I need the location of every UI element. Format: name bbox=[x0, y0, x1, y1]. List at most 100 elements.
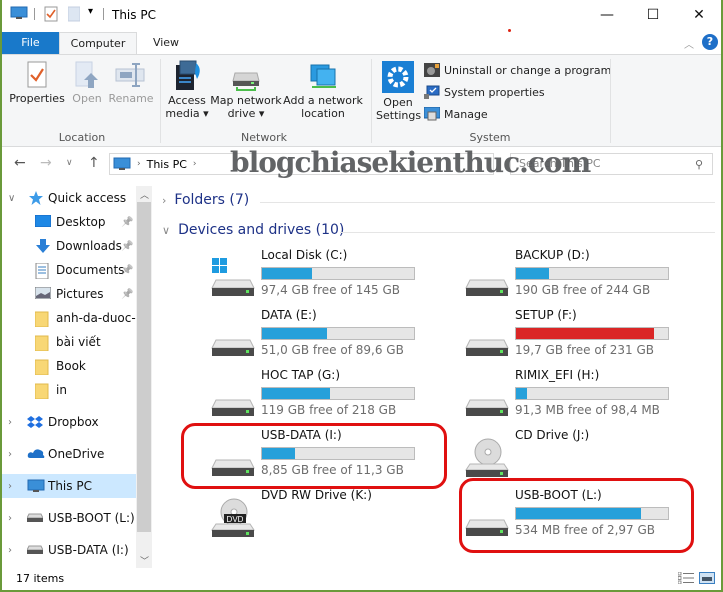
back-button[interactable]: ← bbox=[14, 155, 26, 171]
nav-item-downloads[interactable]: Downloads 📌 bbox=[2, 234, 136, 258]
scroll-up-icon[interactable]: ︿ bbox=[140, 188, 149, 201]
divider bbox=[34, 8, 35, 20]
minimize-button[interactable]: — bbox=[584, 0, 630, 30]
map-network-drive-button[interactable]: Map network drive ▾ bbox=[210, 59, 282, 120]
chevron-right-icon[interactable]: › bbox=[8, 481, 12, 492]
details-view-button[interactable] bbox=[677, 571, 694, 587]
breadcrumb-this-pc[interactable]: This PC bbox=[147, 158, 187, 171]
open-button[interactable]: Open bbox=[69, 61, 105, 105]
nav-item-b-i-vi-t[interactable]: bài viết bbox=[2, 330, 136, 354]
tab-file[interactable]: File bbox=[2, 32, 59, 54]
properties-button[interactable]: Properties bbox=[9, 61, 65, 105]
drive-item[interactable]: RIMIX_EFI (H:) 91,3 MB free of 98,4 MB bbox=[464, 368, 704, 424]
chevron-right-icon[interactable]: › bbox=[8, 449, 12, 460]
open-icon bbox=[75, 61, 98, 88]
up-button[interactable]: ↑ bbox=[88, 155, 100, 171]
access-media-button[interactable]: Access media ▾ bbox=[165, 59, 209, 120]
highlight-usb-boot bbox=[459, 478, 694, 553]
nav-pane-scrollbar[interactable]: ︿ ﹀ bbox=[136, 186, 152, 568]
chevron-right-icon[interactable]: › bbox=[8, 545, 12, 556]
nav-item-usb-data-i[interactable]: › USB-DATA (I:) bbox=[2, 538, 136, 562]
nav-item-in[interactable]: in bbox=[2, 378, 136, 402]
nav-item-documents[interactable]: Documents 📌 bbox=[2, 258, 136, 282]
uninstall-program-button[interactable]: Uninstall or change a program bbox=[424, 63, 611, 77]
drive-item[interactable]: HOC TAP (G:) 119 GB free of 218 GB bbox=[210, 368, 450, 424]
drive-usage-bar bbox=[515, 387, 669, 400]
nav-item-anh-da-duoc-g[interactable]: anh-da-duoc-g bbox=[2, 306, 143, 330]
rename-button[interactable]: Rename bbox=[108, 61, 154, 105]
pin-icon[interactable]: 📌 bbox=[121, 289, 133, 300]
documents-icon bbox=[35, 262, 51, 280]
group-header-devices[interactable]: ∨ Devices and drives (10) bbox=[162, 222, 344, 238]
group-label-location: Location bbox=[58, 131, 106, 144]
nav-item-pictures[interactable]: Pictures 📌 bbox=[2, 282, 136, 306]
drive-item[interactable]: CD Drive (J:) bbox=[464, 428, 704, 484]
add-network-location-button[interactable]: Add a network location bbox=[283, 59, 363, 120]
group-header-folders[interactable]: › Folders (7) bbox=[162, 192, 249, 208]
nav-item-label: in bbox=[56, 383, 67, 397]
scroll-down-icon[interactable]: ﹀ bbox=[140, 554, 149, 567]
settings-gear-icon bbox=[382, 61, 414, 93]
folder-icon bbox=[34, 359, 51, 376]
nav-item-onedrive[interactable]: › OneDrive bbox=[2, 442, 136, 466]
recent-locations-button[interactable]: ∨ bbox=[66, 158, 73, 168]
chevron-right-icon[interactable]: › bbox=[8, 513, 12, 524]
nav-item-book[interactable]: Book bbox=[2, 354, 136, 378]
large-icons-view-button[interactable] bbox=[699, 572, 715, 587]
nav-item-quick-access[interactable]: ∨ Quick access bbox=[2, 186, 136, 210]
drive-item[interactable]: SETUP (F:) 19,7 GB free of 231 GB bbox=[464, 308, 704, 364]
folder-icon bbox=[34, 311, 51, 328]
nav-item-usb-boot-l[interactable]: › USB-BOOT (L:) bbox=[2, 506, 136, 530]
drive-item[interactable]: Local Disk (C:) 97,4 GB free of 145 GB bbox=[210, 248, 450, 304]
chevron-down-icon[interactable]: ∨ bbox=[8, 193, 15, 204]
drive-usage-fill bbox=[516, 268, 550, 279]
nav-item-label: Desktop bbox=[56, 215, 106, 229]
group-label-network: Network bbox=[241, 131, 287, 144]
customize-quick-access-icon[interactable]: ▾ bbox=[88, 6, 93, 17]
properties-icon bbox=[27, 61, 47, 88]
close-button[interactable]: ✕ bbox=[676, 0, 722, 30]
new-folder-quick-icon[interactable] bbox=[68, 6, 80, 22]
network-drive-icon bbox=[232, 72, 260, 91]
nav-item-label: bài viết bbox=[56, 335, 101, 349]
map-network-drive-label-1: Map network bbox=[210, 94, 282, 107]
manage-button[interactable]: Manage bbox=[424, 107, 488, 121]
drive-item[interactable]: BACKUP (D:) 190 GB free of 244 GB bbox=[464, 248, 704, 304]
collapse-ribbon-icon[interactable]: ︿ bbox=[684, 36, 694, 51]
breadcrumb-separator-icon[interactable]: › bbox=[193, 159, 197, 169]
drive-item[interactable]: DATA (E:) 51,0 GB free of 89,6 GB bbox=[210, 308, 450, 364]
nav-item-this-pc[interactable]: › This PC bbox=[2, 474, 136, 498]
nav-item-desktop[interactable]: Desktop 📌 bbox=[2, 210, 136, 234]
properties-quick-icon[interactable] bbox=[44, 6, 58, 22]
maximize-button[interactable]: ☐ bbox=[630, 0, 676, 30]
breadcrumb-separator-icon: › bbox=[137, 159, 141, 169]
add-network-location-label-2: location bbox=[301, 107, 345, 120]
uninstall-icon bbox=[424, 63, 440, 77]
ribbon-separator bbox=[371, 59, 372, 143]
add-network-location-label-1: Add a network bbox=[283, 94, 363, 107]
drive-usage-bar bbox=[515, 327, 669, 340]
tab-view[interactable]: View bbox=[137, 32, 195, 54]
scrollbar-thumb[interactable] bbox=[137, 202, 151, 532]
drive-name: DATA (E:) bbox=[261, 308, 317, 322]
tab-computer[interactable]: Computer bbox=[59, 32, 137, 54]
open-label: Open bbox=[72, 92, 102, 105]
system-properties-button[interactable]: System properties bbox=[424, 85, 545, 99]
drive-name: CD Drive (J:) bbox=[515, 428, 590, 442]
manage-icon bbox=[424, 107, 440, 121]
pin-icon[interactable]: 📌 bbox=[121, 217, 133, 228]
forward-button[interactable]: → bbox=[40, 155, 52, 171]
drive-free-space: 97,4 GB free of 145 GB bbox=[261, 283, 400, 297]
help-icon[interactable]: ? bbox=[702, 34, 718, 50]
pin-icon[interactable]: 📌 bbox=[121, 265, 133, 276]
pin-icon[interactable]: 📌 bbox=[121, 241, 133, 252]
open-settings-button[interactable]: Open Settings bbox=[376, 61, 421, 122]
nav-item-dropbox[interactable]: › Dropbox bbox=[2, 410, 136, 434]
window-title: This PC bbox=[112, 8, 156, 22]
uninstall-program-label: Uninstall or change a program bbox=[444, 63, 612, 77]
search-icon[interactable]: ⚲ bbox=[695, 158, 703, 171]
nav-item-label: Downloads bbox=[56, 239, 122, 253]
drive-item[interactable]: DVD DVD RW Drive (K:) bbox=[210, 488, 450, 544]
drive-usage-bar bbox=[261, 267, 415, 280]
chevron-right-icon[interactable]: › bbox=[8, 417, 12, 428]
